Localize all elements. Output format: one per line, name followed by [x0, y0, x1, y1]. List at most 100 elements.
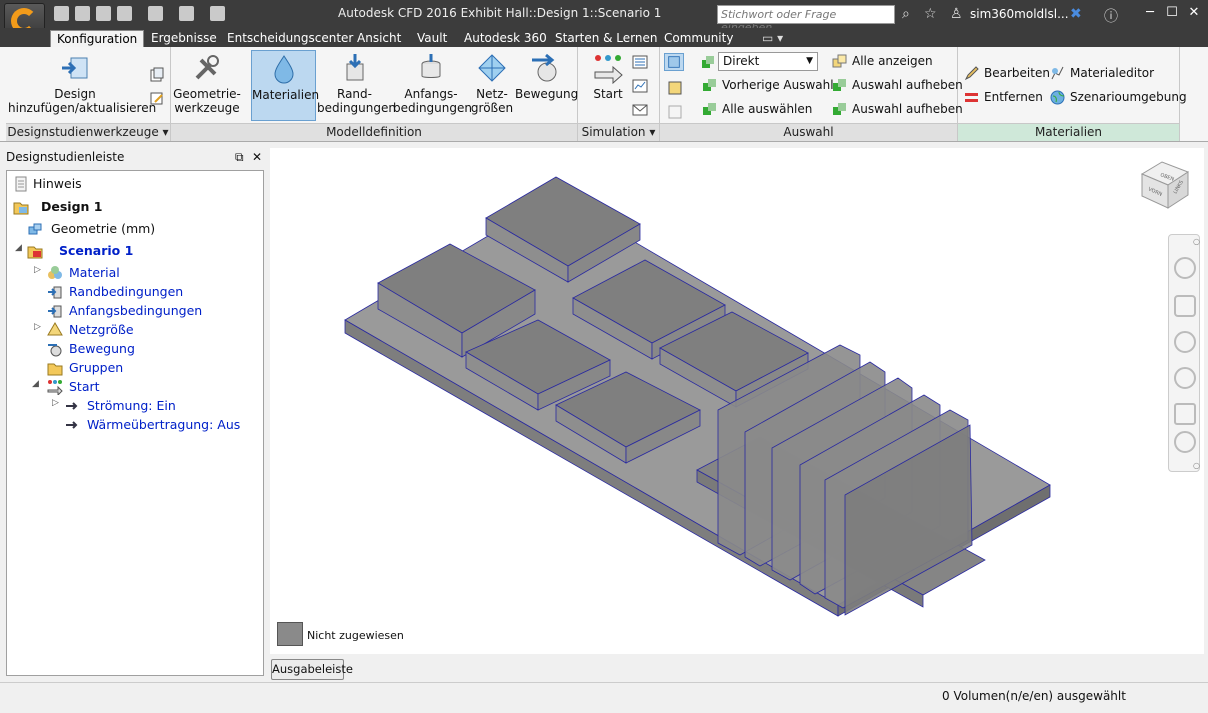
mat-label: Materialien: [252, 88, 320, 102]
clone-icon[interactable]: [149, 67, 165, 83]
mail-icon[interactable]: [632, 103, 648, 117]
anfangsbedingungen-button[interactable]: Anfangs- bedingungen: [393, 50, 472, 121]
collapse-arrow-icon[interactable]: ◢: [15, 243, 22, 253]
expand-arrow-icon[interactable]: ▷: [34, 265, 41, 275]
boundary-condition-icon: [346, 54, 363, 81]
materialeditor-button[interactable]: Materialeditor: [1050, 64, 1154, 82]
panel-auswahl: Direkt ▼ Vorherige Auswahl Alle auswählen…: [660, 47, 963, 141]
binoculars-icon[interactable]: ⌕: [902, 6, 910, 22]
tab-overflow-icon[interactable]: ▭ ▾: [756, 30, 789, 48]
select-surface-icon[interactable]: [666, 79, 684, 97]
vorherige-auswahl-button[interactable]: Vorherige Auswahl: [702, 76, 834, 94]
model-geometry[interactable]: [270, 148, 1204, 654]
help-icon[interactable]: ⓘ: [1104, 6, 1118, 26]
navbar-options-icon[interactable]: ○: [1193, 461, 1200, 470]
boundary-icon: [48, 286, 62, 299]
tab-autodesk-360[interactable]: Autodesk 360: [458, 30, 553, 48]
pan-hand-icon[interactable]: [1174, 295, 1196, 317]
bew-label: Bewegung: [515, 87, 579, 101]
new-icon[interactable]: [54, 6, 69, 21]
look-at-icon[interactable]: [1174, 403, 1196, 425]
mesh-icon: [478, 54, 506, 82]
open-icon[interactable]: [75, 6, 90, 21]
motion-tree-icon: [48, 344, 62, 357]
close-panel-icon[interactable]: ✕: [252, 148, 262, 167]
save-icon[interactable]: [96, 6, 111, 21]
randbedingungen-button[interactable]: Rand- bedingungen: [317, 50, 396, 121]
alle-anzeigen-button[interactable]: Alle anzeigen: [832, 52, 933, 70]
start-simulation-button[interactable]: Start: [588, 50, 628, 121]
collapse-arrow-icon[interactable]: ◢: [32, 379, 39, 389]
tab-community[interactable]: Community: [658, 30, 739, 48]
select-edge-icon[interactable]: [666, 103, 684, 121]
close-navbar-icon[interactable]: ○: [1193, 237, 1200, 246]
auswahl-aufheben-button-2[interactable]: Auswahl aufheben: [832, 100, 963, 118]
tab-starten-lernen[interactable]: Starten & Lernen: [549, 30, 663, 48]
chevron-down-icon: ▼: [806, 56, 813, 66]
select-volume-icon[interactable]: [664, 53, 684, 71]
close-icon[interactable]: ✕: [1184, 5, 1204, 23]
materialeditor-label: Materialeditor: [1070, 66, 1155, 80]
tab-vault[interactable]: Vault: [411, 30, 453, 48]
panel-label-designstudie[interactable]: Designstudienwerkzeuge ▾: [6, 123, 170, 141]
panel-label-simulation[interactable]: Simulation ▾: [578, 123, 659, 141]
settings-icon[interactable]: [210, 6, 225, 21]
star-icon[interactable]: ☆: [924, 6, 937, 22]
alle-anzeigen-label: Alle anzeigen: [852, 54, 933, 68]
minimize-icon[interactable]: ─: [1140, 5, 1160, 23]
szenarioumgebung-button[interactable]: Szenarioumgebung: [1050, 88, 1187, 106]
bearbeiten-button[interactable]: Bearbeiten: [964, 64, 1050, 82]
ribbon: Design hinzufügen/aktualisieren Designst…: [0, 47, 1208, 142]
title-bar: ▼ Autodesk CFD 2016 Exhibit Hall::Design…: [0, 0, 1208, 43]
tab-ergebnisse[interactable]: Ergebnisse: [145, 30, 223, 48]
vorherige-label: Vorherige Auswahl: [722, 78, 834, 92]
geometry-icon: [28, 223, 42, 235]
user-name[interactable]: sim360moldlsl...: [970, 7, 1069, 21]
viewcube[interactable]: OBEN LINKS VORN: [1138, 158, 1192, 210]
netzgroessen-button[interactable]: Netz- größen: [470, 50, 514, 121]
entfernen-label: Entfernen: [984, 90, 1043, 104]
expand-arrow-icon[interactable]: ▷: [34, 322, 41, 332]
user-icon[interactable]: ♙: [950, 6, 963, 22]
edit-design-icon[interactable]: [149, 90, 165, 106]
view-icon[interactable]: [179, 6, 194, 21]
start-label: Start: [593, 87, 623, 101]
tree-label-gruppen: Gruppen: [69, 360, 124, 375]
tree-label-hinweis: Hinweis: [33, 176, 82, 191]
zoom-icon[interactable]: [1174, 331, 1196, 353]
direct-select-icon: [702, 56, 714, 68]
orbit-icon[interactable]: [1174, 367, 1196, 389]
pencil-icon: [964, 66, 979, 81]
auswahl-aufheben-button-1[interactable]: Auswahl aufheben: [832, 76, 963, 94]
float-panel-icon[interactable]: ⧉: [235, 148, 244, 167]
maximize-icon[interactable]: ☐: [1162, 5, 1182, 23]
search-input[interactable]: Stichwort oder Frage eingeben: [717, 5, 895, 34]
initial-icon: [48, 305, 62, 318]
tree-label-netzgroesse: Netzgröße: [69, 322, 134, 337]
reset-view-icon[interactable]: [1174, 431, 1196, 453]
expand-arrow-icon[interactable]: ▷: [52, 398, 59, 408]
entfernen-button[interactable]: Entfernen: [964, 88, 1043, 106]
save-all-icon[interactable]: [117, 6, 132, 21]
tab-ansicht[interactable]: Ansicht: [351, 30, 407, 48]
tree-label-anfangsbedingungen: Anfangsbedingungen: [69, 303, 203, 318]
design-hinzufuegen-button[interactable]: Design hinzufügen/aktualisieren: [8, 50, 156, 121]
steering-wheel-icon[interactable]: [1174, 257, 1196, 279]
3d-viewport[interactable]: [270, 148, 1204, 654]
geometriewerkzeuge-button[interactable]: Geometrie- werkzeuge: [171, 50, 243, 121]
start-arrow-icon: [594, 55, 623, 84]
exchange-icon[interactable]: ✖: [1070, 6, 1082, 22]
materialien-button[interactable]: Materialien: [251, 50, 320, 121]
selection-mode-select[interactable]: Direkt ▼: [718, 52, 818, 71]
output-bar-button[interactable]: Ausgabeleiste: [271, 659, 353, 680]
import-icon[interactable]: [148, 6, 163, 21]
report-icon[interactable]: [632, 79, 648, 93]
tree-label-scenario: Scenario 1: [59, 243, 134, 258]
bewegung-button[interactable]: Bewegung: [515, 50, 579, 121]
alle-auswaehlen-button[interactable]: Alle auswählen: [702, 100, 812, 118]
remove-icon: [965, 93, 978, 102]
motion-icon: [532, 53, 557, 82]
tab-konfiguration[interactable]: Konfiguration: [50, 30, 145, 48]
list-icon[interactable]: [632, 55, 648, 69]
tab-entscheidungscenter[interactable]: Entscheidungscenter: [221, 30, 359, 48]
